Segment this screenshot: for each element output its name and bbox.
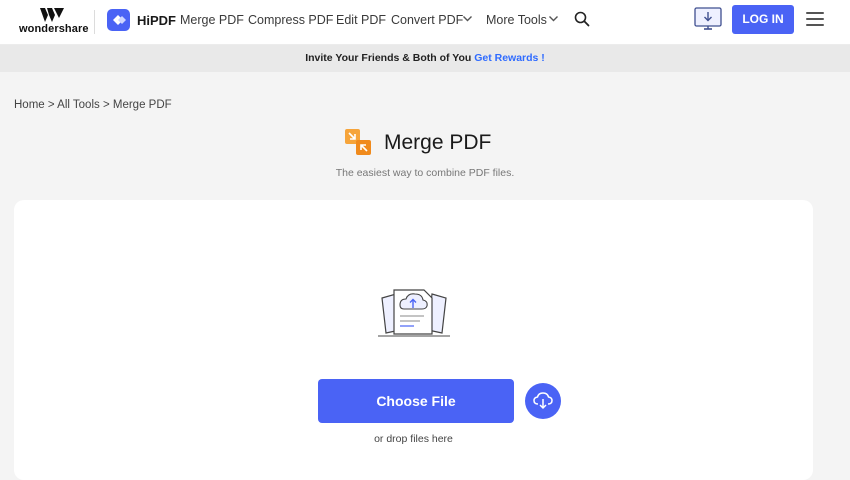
cloud-upload-button[interactable] [525, 383, 561, 419]
wondershare-logo[interactable]: wondershare [19, 8, 89, 36]
hamburger-menu-icon[interactable] [806, 12, 824, 26]
hipdf-logo-icon[interactable] [107, 9, 130, 31]
desktop-download-icon[interactable] [694, 7, 722, 31]
top-header: wondershare HiPDF Merge PDF Compress PDF… [0, 0, 850, 45]
nav-edit-pdf[interactable]: Edit PDF [336, 13, 386, 27]
upload-documents-illustration [378, 289, 450, 337]
nav-merge-pdf[interactable]: Merge PDF [180, 13, 244, 27]
choose-file-button[interactable]: Choose File [318, 379, 514, 423]
page-subtitle: The easiest way to combine PDF files. [335, 167, 515, 179]
chevron-down-icon[interactable] [462, 13, 473, 24]
nav-compress-pdf[interactable]: Compress PDF [248, 13, 333, 27]
breadcrumb[interactable]: Home > All Tools > Merge PDF [14, 99, 172, 111]
promo-link[interactable]: Get Rewards ! [474, 52, 545, 64]
chevron-down-icon[interactable] [548, 13, 559, 24]
promo-banner: Invite Your Friends & Both of You Get Re… [0, 45, 850, 72]
nav-convert-pdf[interactable]: Convert PDF [391, 13, 463, 27]
wondershare-logo-icon [40, 8, 64, 22]
promo-text: Invite Your Friends & Both of You [305, 52, 475, 64]
drop-files-hint: or drop files here [374, 433, 453, 445]
header-divider [94, 10, 95, 34]
nav-more-tools[interactable]: More Tools [486, 13, 547, 27]
merge-pdf-tool-icon [345, 129, 371, 155]
search-icon[interactable] [574, 11, 590, 27]
product-name[interactable]: HiPDF [137, 13, 176, 28]
brand-name: wondershare [19, 23, 89, 35]
login-button[interactable]: LOG IN [732, 5, 794, 34]
page-title: Merge PDF [384, 131, 492, 154]
cloud-download-icon [533, 392, 553, 410]
